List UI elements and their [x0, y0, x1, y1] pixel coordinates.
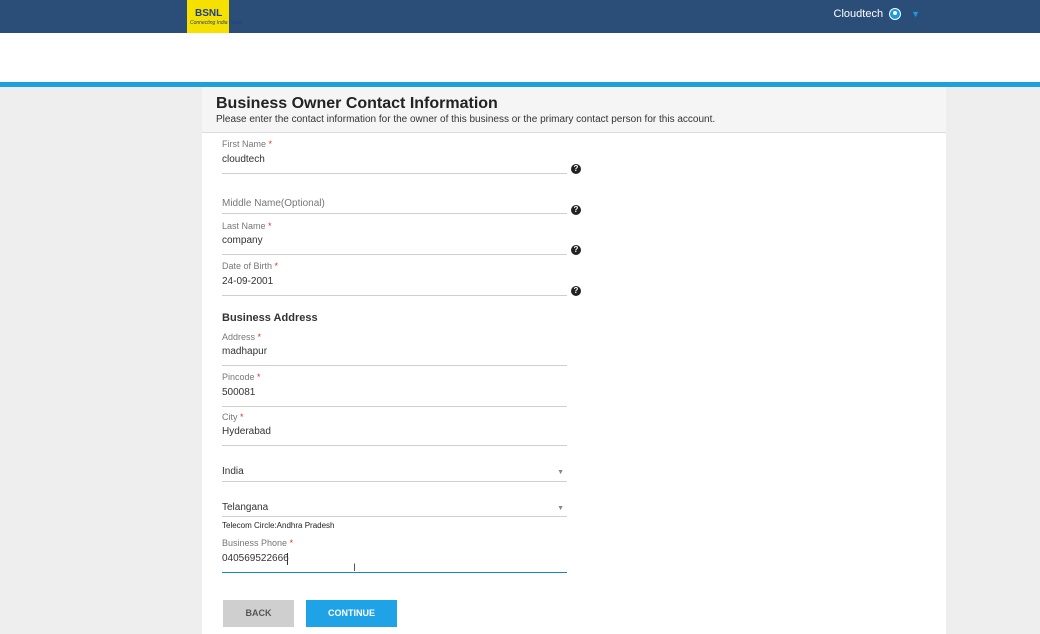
required-mark: * [240, 412, 244, 422]
pincode-label: Pincode [222, 372, 255, 382]
pincode-field[interactable]: Pincode * 500081 [222, 372, 567, 407]
page-title: Business Owner Contact Information [216, 95, 498, 112]
bsnl-logo[interactable]: BSNL Connecting India Faster [187, 0, 243, 33]
help-icon[interactable]: ? [571, 245, 581, 255]
form-panel: Business Owner Contact Information Pleas… [202, 87, 946, 634]
city-label: City [222, 412, 238, 422]
continue-button[interactable]: CONTINUE [306, 600, 397, 627]
required-mark: * [268, 139, 273, 149]
user-avatar-icon [889, 8, 902, 20]
dob-value: 24-09-2001 [222, 276, 274, 287]
first-name-label: First Name [222, 139, 267, 149]
address-label: Address [222, 332, 256, 342]
required-mark: * [257, 372, 261, 382]
phone-value: 040569522666 [222, 553, 289, 564]
text-cursor [287, 553, 288, 565]
date-of-birth-field[interactable]: Date of Birth * 24-09-2001 [222, 261, 567, 296]
first-name-value: cloudtech [222, 154, 265, 165]
help-icon[interactable]: ? [571, 164, 581, 174]
state-select[interactable]: Telangana ▼ [222, 501, 567, 517]
chevron-down-icon[interactable]: ▼ [911, 9, 920, 19]
panel-header: Business Owner Contact Information Pleas… [202, 87, 946, 133]
required-mark: * [274, 261, 279, 271]
last-name-label: Last Name [222, 221, 266, 231]
country-value: India [222, 466, 244, 477]
pincode-value: 500081 [222, 387, 256, 398]
ibeam-cursor-icon: I [353, 562, 357, 574]
business-address-heading: Business Address [222, 312, 318, 324]
middle-name-field[interactable]: Middle Name(Optional) [222, 197, 567, 214]
city-field[interactable]: City * Hyderabad [222, 412, 567, 446]
telecom-circle-note: Telecom Circle:Andhra Pradesh [222, 521, 335, 530]
logo-tagline: Connecting India Faster [190, 20, 244, 26]
page-subtitle: Please enter the contact information for… [216, 114, 716, 125]
phone-label: Business Phone [222, 538, 288, 548]
first-name-field[interactable]: First Name * cloudtech [222, 139, 567, 174]
address-value: madhapur [222, 346, 268, 357]
last-name-value: company [222, 235, 263, 246]
help-icon[interactable]: ? [571, 286, 581, 296]
help-icon[interactable]: ? [571, 205, 581, 215]
back-button[interactable]: BACK [223, 600, 294, 627]
dropdown-arrow-icon: ▼ [557, 505, 564, 512]
required-mark: * [257, 332, 262, 342]
middle-name-placeholder: Middle Name(Optional) [222, 198, 325, 209]
required-mark: * [289, 538, 294, 548]
dropdown-arrow-icon: ▼ [557, 469, 564, 476]
dob-label: Date of Birth [222, 261, 273, 271]
required-mark: * [268, 221, 272, 231]
country-select[interactable]: India ▼ [222, 465, 567, 482]
top-navbar: BSNL Connecting India Faster Cloudtech ▼ [0, 0, 1040, 33]
last-name-field[interactable]: Last Name * company [222, 221, 567, 255]
state-value: Telangana [222, 502, 269, 513]
user-name: Cloudtech [833, 8, 884, 20]
address-field[interactable]: Address * madhapur [222, 332, 567, 366]
city-value: Hyderabad [222, 426, 271, 437]
logo-text: BSNL [195, 8, 223, 19]
user-menu[interactable]: Cloudtech ▼ [834, 8, 920, 20]
business-phone-field[interactable]: Business Phone * 040569522666 [222, 538, 567, 573]
